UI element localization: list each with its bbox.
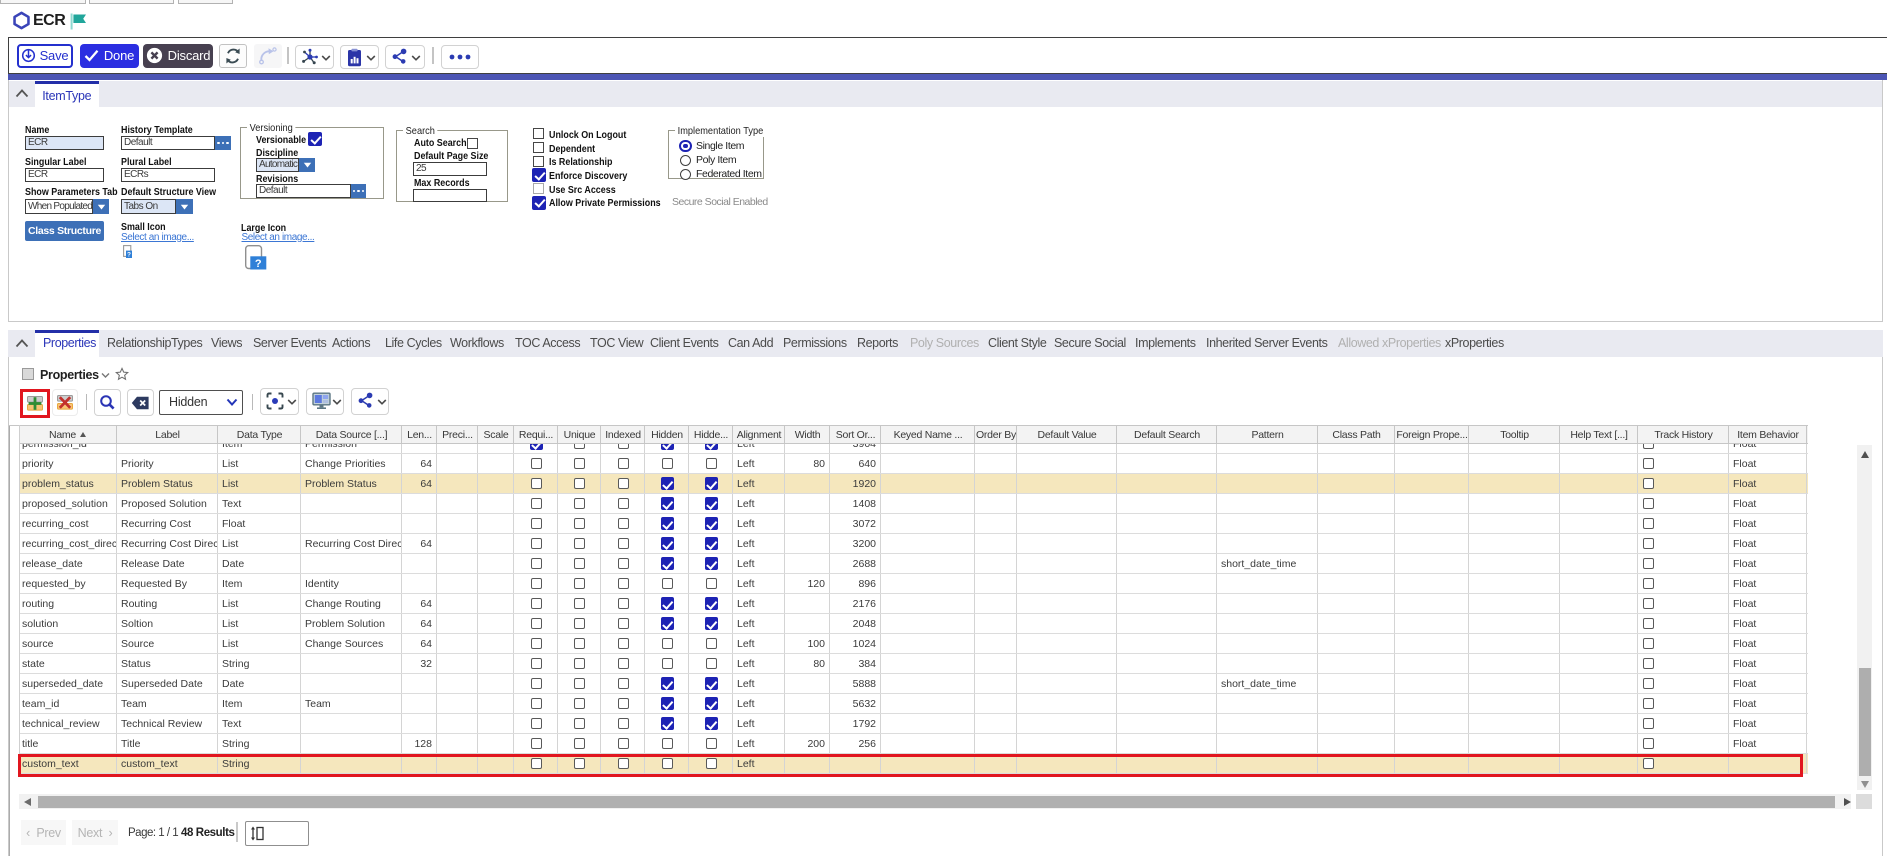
svg-text:?: ? [255,258,262,270]
svg-text:?: ? [127,251,131,258]
